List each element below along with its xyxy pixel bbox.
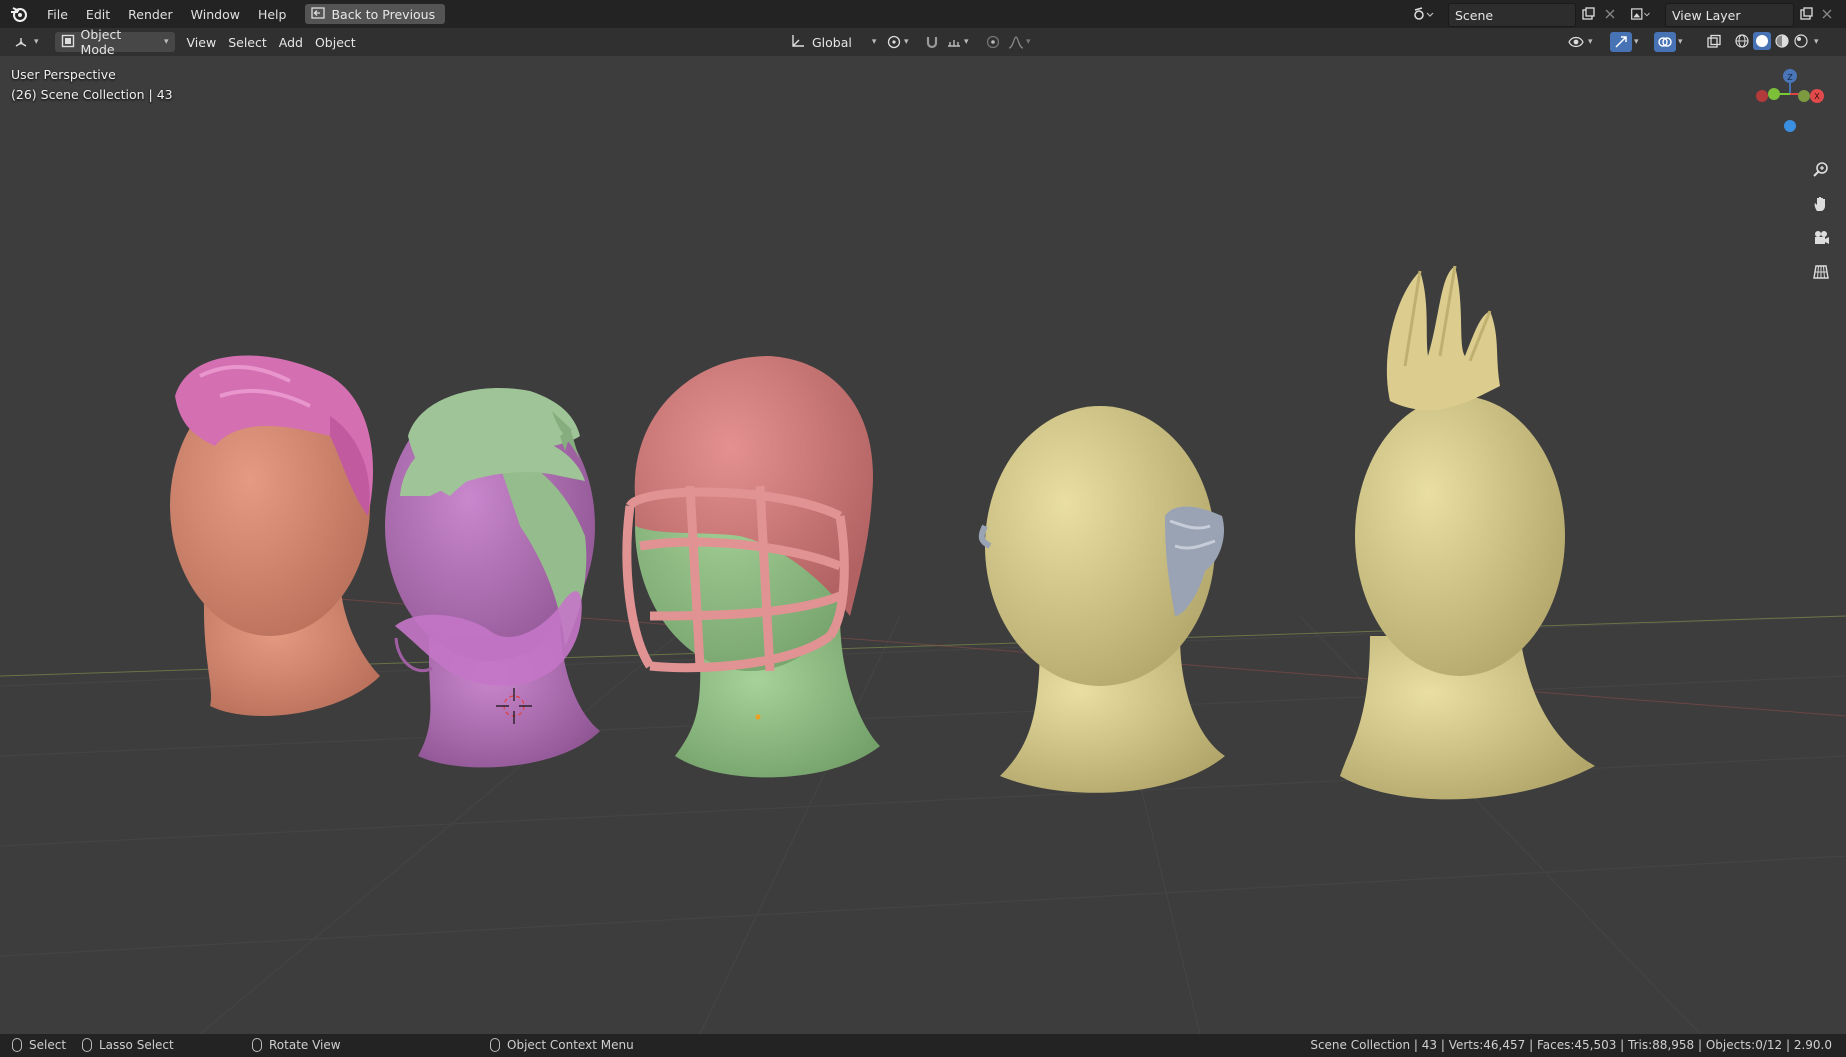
- status-context-menu: Object Context Menu: [490, 1038, 634, 1052]
- chevron-down-icon: ▾: [164, 37, 169, 47]
- falloff-icon[interactable]: ▾: [1002, 32, 1037, 52]
- back-to-previous-button[interactable]: Back to Previous: [305, 4, 446, 24]
- snap-target-icon[interactable]: ▾: [940, 32, 975, 52]
- wireframe-shading-icon[interactable]: [1734, 33, 1750, 52]
- status-select-label: Select: [29, 1038, 67, 1052]
- pivot-icon[interactable]: ▾: [880, 32, 915, 52]
- scene-name-field[interactable]: Scene: [1448, 3, 1576, 27]
- menu-add[interactable]: Add: [273, 32, 309, 52]
- solid-shading-icon[interactable]: [1753, 31, 1771, 53]
- mouse-drag-icon: [82, 1038, 92, 1052]
- mouse-middle-icon: [252, 1038, 262, 1052]
- collection-label: (26) Scene Collection | 43: [11, 87, 173, 102]
- status-select: Select: [12, 1038, 66, 1052]
- grid-icon[interactable]: [1807, 258, 1835, 286]
- mouse-left-icon: [12, 1038, 22, 1052]
- menu-edit[interactable]: Edit: [77, 0, 119, 28]
- status-context-label: Object Context Menu: [507, 1038, 634, 1052]
- head-model-2: [385, 388, 600, 768]
- origin-point: [755, 714, 761, 720]
- zoom-icon[interactable]: [1807, 156, 1835, 184]
- object-mode-icon: [61, 34, 75, 51]
- remove-view-layer-icon[interactable]: [1816, 3, 1838, 25]
- status-lasso: Lasso Select: [82, 1038, 174, 1052]
- orientation-icon: [790, 34, 806, 51]
- object-mode-select[interactable]: Object Mode ▾: [54, 27, 175, 57]
- menu-window[interactable]: Window: [182, 0, 249, 28]
- viewport-header: ▾ Object Mode ▾ View Select Add Object G…: [0, 27, 1846, 57]
- orientation-label: Global: [812, 34, 852, 50]
- back-to-previous-label: Back to Previous: [331, 6, 436, 22]
- mouse-right-icon: [490, 1038, 500, 1052]
- gizmo-z-label: Z: [1787, 73, 1793, 82]
- close-icon[interactable]: [1599, 3, 1621, 25]
- blender-logo-icon[interactable]: [0, 0, 38, 28]
- head-model-5: [1340, 265, 1595, 800]
- transform-orientation-select[interactable]: Global ▾: [784, 32, 882, 52]
- hand-icon[interactable]: [1807, 190, 1835, 218]
- gizmo-x-label: X: [1814, 92, 1820, 101]
- shading-mode-group: ▾: [1730, 31, 1823, 53]
- object-mode-label: Object Mode: [80, 27, 122, 57]
- 3d-viewport[interactable]: User Perspective (26) Scene Collection |…: [0, 56, 1846, 1034]
- navigation-gizmo[interactable]: Z X: [1745, 64, 1835, 144]
- rendered-shading-icon[interactable]: [1793, 33, 1809, 52]
- head-model-4: [978, 406, 1225, 793]
- visibility-icon[interactable]: ▾: [1562, 32, 1599, 52]
- top-bar: File Edit Render Window Help Back to Pre…: [0, 0, 1846, 28]
- status-rotate-label: Rotate View: [269, 1038, 341, 1052]
- scene-render: [0, 265, 1846, 1034]
- menu-view[interactable]: View: [181, 32, 223, 52]
- status-bar: Select Lasso Select Rotate View Object C…: [0, 1034, 1846, 1057]
- editor-type-icon[interactable]: ▾: [8, 32, 45, 52]
- status-rotate: Rotate View: [252, 1038, 341, 1052]
- menu-file[interactable]: File: [38, 0, 77, 28]
- new-view-layer-icon[interactable]: [1795, 3, 1817, 25]
- head-model-3: [622, 356, 880, 778]
- camera-icon[interactable]: [1807, 224, 1835, 252]
- new-scene-icon[interactable]: [1577, 3, 1599, 25]
- menu-render[interactable]: Render: [119, 0, 182, 28]
- gizmo-toggle-icon[interactable]: ▾: [1604, 32, 1645, 52]
- scene-name-label: Scene: [1455, 7, 1494, 23]
- view-layer-icon[interactable]: [1630, 3, 1652, 25]
- back-icon: [311, 6, 326, 22]
- menu-object[interactable]: Object: [309, 32, 362, 52]
- xray-icon[interactable]: [1700, 32, 1728, 52]
- menu-help[interactable]: Help: [249, 0, 296, 28]
- scene-statistics: Scene Collection | 43 | Verts:46,457 | F…: [1310, 1038, 1832, 1052]
- perspective-label: User Perspective: [11, 67, 116, 82]
- overlay-icon[interactable]: ▾: [1648, 32, 1689, 52]
- view-layer-label: View Layer: [1672, 7, 1741, 23]
- status-lasso-label: Lasso Select: [99, 1038, 174, 1052]
- scene-icon[interactable]: [1412, 3, 1434, 25]
- head-model-1: [170, 355, 380, 716]
- view-layer-field[interactable]: View Layer: [1665, 3, 1794, 27]
- menu-select[interactable]: Select: [222, 32, 273, 52]
- material-shading-icon[interactable]: [1774, 33, 1790, 52]
